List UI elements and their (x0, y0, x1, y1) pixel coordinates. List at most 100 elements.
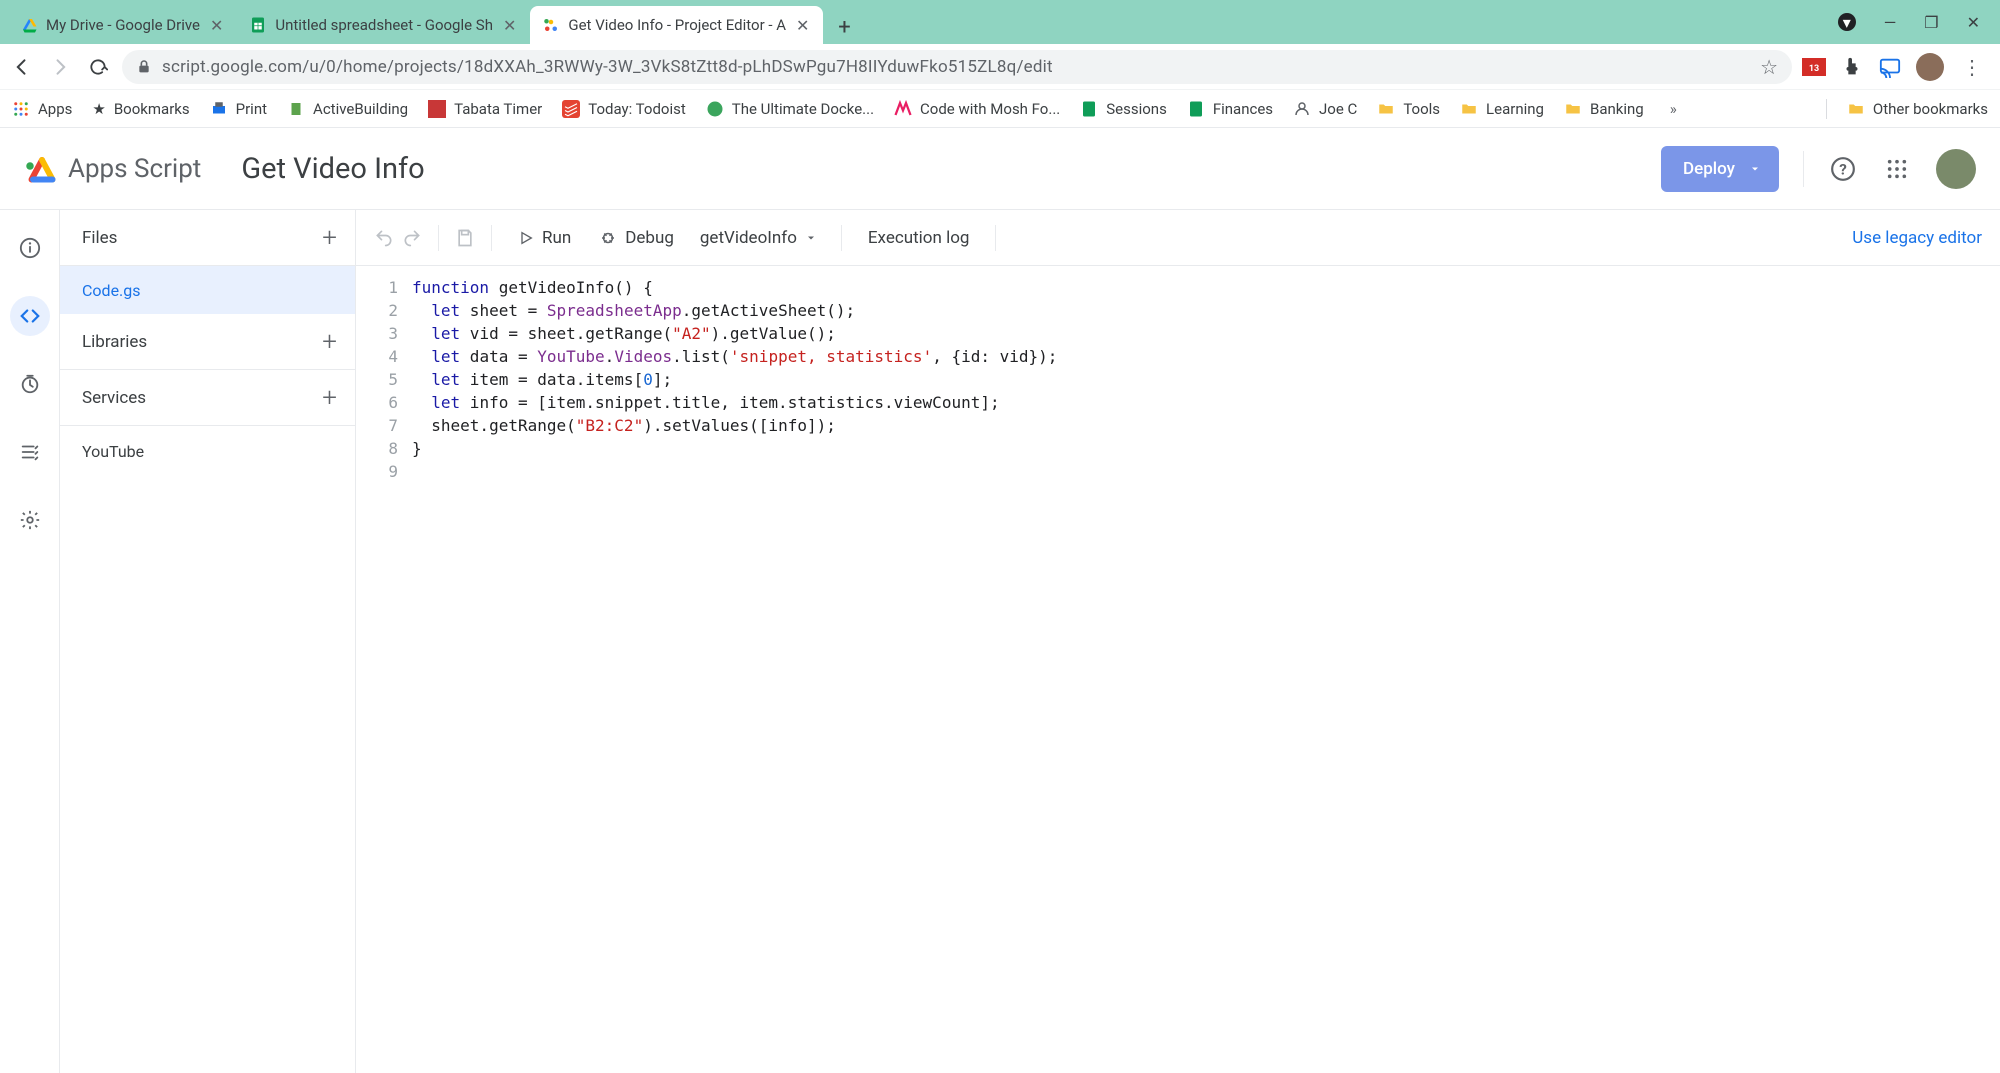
close-icon[interactable]: ✕ (501, 16, 518, 35)
minimize-icon[interactable]: ― (1884, 13, 1897, 32)
rail-triggers[interactable] (10, 364, 50, 404)
bookmark-sessions[interactable]: Sessions (1080, 100, 1167, 118)
account-badge-icon[interactable]: ▾ (1838, 13, 1856, 31)
apps-launcher-icon[interactable] (1882, 154, 1912, 184)
new-tab-button[interactable]: + (827, 10, 861, 44)
libraries-label: Libraries (82, 332, 147, 352)
rail-settings[interactable] (10, 500, 50, 540)
main-area: Files + Code.gs Libraries + Services + Y… (0, 210, 2000, 1073)
add-service-icon[interactable]: + (322, 383, 337, 413)
bookmark-finances[interactable]: Finances (1187, 100, 1273, 118)
profile-avatar[interactable] (1916, 53, 1944, 81)
code-editor[interactable]: 123456789 function getVideoInfo() { let … (356, 266, 2000, 1073)
appsscript-logo[interactable]: Apps Script (24, 151, 201, 187)
divider (1826, 99, 1827, 119)
back-button[interactable] (8, 53, 36, 81)
files-sidebar: Files + Code.gs Libraries + Services + Y… (60, 210, 356, 1073)
rail-overview[interactable] (10, 228, 50, 268)
use-legacy-editor-link[interactable]: Use legacy editor (1852, 228, 1982, 248)
print-icon (210, 100, 228, 118)
url-text: script.google.com/u/0/home/projects/18dX… (162, 57, 1053, 77)
debug-label: Debug (625, 228, 674, 248)
svg-text:13: 13 (1809, 64, 1819, 74)
execution-log-button[interactable]: Execution log (858, 222, 980, 254)
services-label: Services (82, 388, 146, 408)
sheets-icon (1187, 100, 1205, 118)
docker-icon (706, 100, 724, 118)
code-body[interactable]: function getVideoInfo() { let sheet = Sp… (412, 276, 2000, 1073)
editor-toolbar: Run Debug getVideoInfo Execution log Use… (356, 210, 2000, 266)
account-avatar[interactable] (1936, 149, 1976, 189)
bookmark-learning[interactable]: Learning (1460, 100, 1544, 118)
chevron-down-icon (1749, 163, 1761, 175)
bookmarks-overflow[interactable]: » (1670, 100, 1677, 118)
bookmark-docker[interactable]: The Ultimate Docke... (706, 100, 874, 118)
bookmark-joec[interactable]: Joe C (1293, 100, 1357, 118)
line-gutter: 123456789 (356, 276, 412, 1073)
chrome-menu-icon[interactable]: ⋮ (1958, 53, 1986, 81)
browser-tab-sheets[interactable]: Untitled spreadsheet - Google Sh ✕ (237, 6, 530, 44)
mosh-icon (894, 100, 912, 118)
svg-text:?: ? (1839, 160, 1847, 178)
product-name: Apps Script (68, 154, 201, 184)
extensions-icon[interactable] (1840, 55, 1864, 79)
divider (438, 225, 439, 251)
divider (995, 225, 996, 251)
project-title[interactable]: Get Video Info (241, 152, 424, 186)
tab-title: My Drive - Google Drive (46, 16, 200, 34)
window-controls: ▾ ― ❐ ✕ (1818, 0, 2000, 44)
editor-area: Run Debug getVideoInfo Execution log Use… (356, 210, 2000, 1073)
bookmark-todoist[interactable]: Today: Todoist (562, 100, 686, 118)
folder-icon (1460, 100, 1478, 118)
browser-tab-drive[interactable]: My Drive - Google Drive ✕ (8, 6, 237, 44)
file-item-code[interactable]: Code.gs (60, 266, 355, 314)
deploy-button[interactable]: Deploy (1661, 146, 1779, 192)
todoist-icon (562, 100, 580, 118)
close-window-icon[interactable]: ✕ (1967, 13, 1980, 32)
run-button[interactable]: Run (508, 222, 581, 254)
chevron-down-icon (805, 232, 817, 244)
services-section-header[interactable]: Services + (60, 370, 355, 426)
files-section-header[interactable]: Files + (60, 210, 355, 266)
rail-editor[interactable] (10, 296, 50, 336)
help-button[interactable]: ? (1828, 154, 1858, 184)
drive-favicon (20, 16, 38, 34)
cast-icon[interactable] (1878, 55, 1902, 79)
bookmark-activebuilding[interactable]: ActiveBuilding (287, 100, 408, 118)
forward-button[interactable] (46, 53, 74, 81)
maximize-icon[interactable]: ❐ (1924, 13, 1938, 32)
bookmark-mosh[interactable]: Code with Mosh Fo... (894, 100, 1060, 118)
add-file-icon[interactable]: + (322, 223, 337, 253)
files-label: Files (82, 228, 117, 248)
bookmark-tools[interactable]: Tools (1377, 100, 1440, 118)
debug-button[interactable]: Debug (589, 222, 684, 254)
bookmark-print[interactable]: Print (210, 100, 267, 118)
undo-button[interactable] (374, 228, 394, 248)
star-icon[interactable]: ☆ (1760, 55, 1778, 79)
browser-tab-appsscript[interactable]: Get Video Info - Project Editor - A ✕ (530, 6, 823, 44)
close-icon[interactable]: ✕ (794, 16, 811, 35)
left-rail (0, 210, 60, 1073)
close-icon[interactable]: ✕ (208, 16, 225, 35)
libraries-section-header[interactable]: Libraries + (60, 314, 355, 370)
lastpass-icon[interactable]: 13 (1802, 55, 1826, 79)
bookmark-bookmarks[interactable]: ★Bookmarks (92, 100, 189, 118)
bookmark-banking[interactable]: Banking (1564, 100, 1644, 118)
save-button[interactable] (455, 228, 475, 248)
url-field[interactable]: script.google.com/u/0/home/projects/18dX… (122, 50, 1792, 84)
play-icon (518, 230, 534, 246)
run-label: Run (542, 228, 571, 248)
service-item-youtube[interactable]: YouTube (60, 426, 355, 476)
bookmark-tabata[interactable]: Tabata Timer (428, 100, 542, 118)
add-library-icon[interactable]: + (322, 327, 337, 357)
rail-executions[interactable] (10, 432, 50, 472)
folder-icon (1377, 100, 1395, 118)
redo-button[interactable] (402, 228, 422, 248)
function-selector[interactable]: getVideoInfo (692, 222, 825, 254)
appsscript-header: Apps Script Get Video Info Deploy ? (0, 128, 2000, 210)
activebuilding-icon (287, 100, 305, 118)
other-bookmarks[interactable]: Other bookmarks (1847, 100, 1988, 118)
appsscript-favicon (542, 16, 560, 34)
reload-button[interactable] (84, 53, 112, 81)
bookmark-apps[interactable]: Apps (12, 100, 72, 118)
